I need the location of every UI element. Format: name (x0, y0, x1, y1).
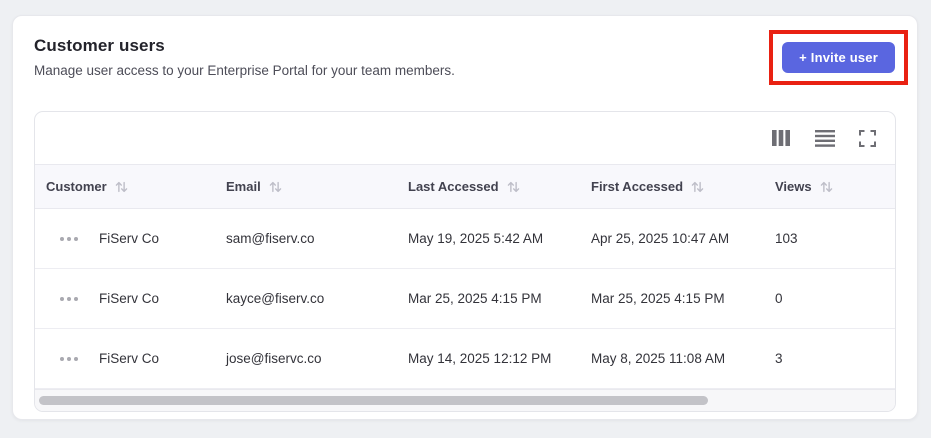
row-menu-ellipsis-icon[interactable] (60, 353, 78, 365)
first-accessed-cell: Mar 25, 2025 4:15 PM (591, 291, 725, 306)
page-title: Customer users (34, 36, 165, 55)
column-header-views[interactable]: Views (765, 179, 895, 194)
email-cell: kayce@fiserv.co (226, 291, 325, 306)
table-row: FiServ Co kayce@fiserv.co Mar 25, 2025 4… (35, 269, 895, 329)
customer-cell: FiServ Co (99, 351, 160, 366)
table-row: FiServ Co sam@fiserv.co May 19, 2025 5:4… (35, 209, 895, 269)
row-density-icon[interactable] (815, 129, 835, 147)
last-accessed-cell: Mar 25, 2025 4:15 PM (408, 291, 542, 306)
table-header-row: Customer Email Last Accessed First Acces… (35, 164, 895, 209)
views-cell: 103 (775, 231, 798, 246)
table-row: FiServ Co jose@fiservc.co May 14, 2025 1… (35, 329, 895, 389)
views-cell: 0 (775, 291, 783, 306)
horizontal-scrollbar-thumb[interactable] (39, 396, 708, 405)
sort-icon[interactable] (819, 180, 834, 194)
row-actions-cell (35, 233, 89, 245)
column-header-label: Email (226, 179, 261, 194)
red-highlight-annotation: + Invite user (769, 30, 908, 85)
row-menu-ellipsis-icon[interactable] (60, 293, 78, 305)
first-accessed-cell: May 8, 2025 11:08 AM (591, 351, 726, 366)
column-header-first-accessed[interactable]: First Accessed (581, 179, 765, 194)
card-header: Customer users Manage user access to you… (34, 30, 908, 85)
column-header-label: Views (775, 179, 812, 194)
last-accessed-cell: May 14, 2025 12:12 PM (408, 351, 552, 366)
row-actions-cell (35, 293, 89, 305)
header-text-block: Customer users Manage user access to you… (34, 36, 455, 78)
customer-cell: FiServ Co (99, 291, 160, 306)
horizontal-scrollbar-track[interactable] (35, 389, 895, 411)
column-header-email[interactable]: Email (216, 179, 398, 194)
customer-cell: FiServ Co (99, 231, 160, 246)
sort-icon[interactable] (268, 180, 283, 194)
sort-icon[interactable] (506, 180, 521, 194)
column-header-label: First Accessed (591, 179, 684, 194)
table-toolbar (35, 112, 895, 164)
email-cell: sam@fiserv.co (226, 231, 315, 246)
sort-icon[interactable] (114, 180, 129, 194)
column-header-label: Last Accessed (408, 179, 499, 194)
column-header-label: Customer (46, 179, 107, 194)
sort-icon[interactable] (690, 180, 705, 194)
customer-users-card: Customer users Manage user access to you… (12, 15, 918, 420)
column-header-last-accessed[interactable]: Last Accessed (398, 179, 581, 194)
users-table-container: Customer Email Last Accessed First Acces… (34, 111, 896, 412)
row-actions-cell (35, 353, 89, 365)
email-cell: jose@fiservc.co (226, 351, 322, 366)
invite-user-button[interactable]: + Invite user (782, 42, 895, 73)
last-accessed-cell: May 19, 2025 5:42 AM (408, 231, 544, 246)
row-menu-ellipsis-icon[interactable] (60, 233, 78, 245)
first-accessed-cell: Apr 25, 2025 10:47 AM (591, 231, 730, 246)
fullscreen-icon[interactable] (859, 129, 876, 147)
page-subtitle: Manage user access to your Enterprise Po… (34, 63, 455, 78)
columns-icon[interactable] (771, 129, 791, 147)
column-header-customer[interactable]: Customer (35, 179, 216, 194)
views-cell: 3 (775, 351, 783, 366)
